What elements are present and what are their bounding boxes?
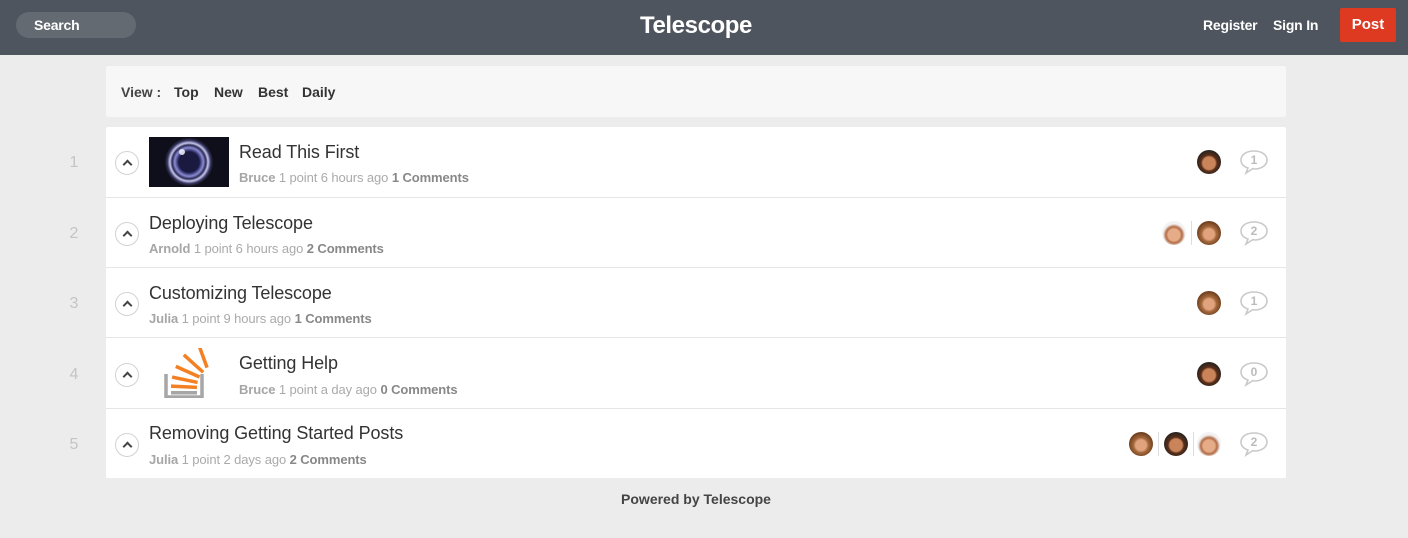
post-thumbnail[interactable] <box>149 348 229 398</box>
post-title[interactable]: Read This First <box>239 142 359 163</box>
post-button[interactable]: Post <box>1340 8 1396 42</box>
post-meta: Bruce 1 point a day ago 0 Comments <box>239 382 458 397</box>
upvote-button[interactable] <box>115 363 139 387</box>
post-comments-link[interactable]: 2 Comments <box>307 241 384 256</box>
post-points: 1 point <box>181 311 220 326</box>
avatar[interactable] <box>1197 150 1221 174</box>
post-author[interactable]: Julia <box>149 311 178 326</box>
avatar[interactable] <box>1197 362 1221 386</box>
avatar[interactable] <box>1197 432 1221 456</box>
post-comments-link[interactable]: 1 Comments <box>295 311 372 326</box>
top-nav-bar: Search Telescope Register Sign In Post <box>0 0 1408 55</box>
upvote-button[interactable] <box>115 151 139 175</box>
avatar[interactable] <box>1197 291 1221 315</box>
comment-bubble-icon[interactable]: 2 <box>1239 431 1269 457</box>
post-time: 6 hours ago <box>235 241 304 256</box>
post-title[interactable]: Getting Help <box>239 353 338 374</box>
post-author[interactable]: Julia <box>149 452 178 467</box>
view-filter-bar: View : Top New Best Daily <box>106 66 1286 117</box>
post-rank: 5 <box>69 436 79 453</box>
avatar-divider <box>1191 221 1192 245</box>
search-input[interactable]: Search <box>16 12 136 38</box>
post-time: a day ago <box>320 382 377 397</box>
comment-count: 0 <box>1250 365 1258 379</box>
comment-bubble-icon[interactable]: 0 <box>1239 361 1269 387</box>
post-row: 4 Getting Help Bruce 1 point a day ago 0… <box>70 337 1286 408</box>
post-points: 1 point <box>193 241 233 256</box>
post-list: 1 Read This First Bruce 1 point 6 hours … <box>70 127 1286 478</box>
avatar-divider <box>1158 432 1159 456</box>
comment-count: 1 <box>1250 294 1258 308</box>
post-author[interactable]: Bruce <box>239 382 275 397</box>
post-comments-link[interactable]: 1 Comments <box>392 170 469 185</box>
comment-count: 2 <box>1250 224 1258 238</box>
post-author[interactable]: Bruce <box>239 170 275 185</box>
post-author[interactable]: Arnold <box>149 241 190 256</box>
post-title[interactable]: Deploying Telescope <box>149 213 313 234</box>
comment-bubble-icon[interactable]: 2 <box>1239 220 1269 246</box>
upvote-button[interactable] <box>115 222 139 246</box>
post-rank: 2 <box>69 225 79 242</box>
post-thumbnail[interactable] <box>149 137 229 187</box>
sign-in-link[interactable]: Sign In <box>1273 17 1318 33</box>
view-option-daily[interactable]: Daily <box>302 84 335 100</box>
post-meta: Arnold 1 point 6 hours ago 2 Comments <box>149 241 384 256</box>
register-link[interactable]: Register <box>1203 17 1258 33</box>
post-title[interactable]: Customizing Telescope <box>149 283 332 304</box>
post-points: 1 point <box>278 170 318 185</box>
comment-count: 2 <box>1250 435 1258 449</box>
post-points: 1 point <box>278 382 318 397</box>
comment-bubble-icon[interactable]: 1 <box>1239 149 1269 175</box>
post-time: 2 days ago <box>223 452 287 467</box>
view-option-best[interactable]: Best <box>258 84 288 100</box>
post-comments-link[interactable]: 2 Comments <box>290 452 367 467</box>
avatar[interactable] <box>1197 221 1221 245</box>
post-points: 1 point <box>181 452 220 467</box>
post-comments-link[interactable]: 0 Comments <box>380 382 457 397</box>
app-logo-container: Telescope <box>0 12 1392 40</box>
comment-bubble-icon[interactable]: 1 <box>1239 290 1269 316</box>
post-title[interactable]: Removing Getting Started Posts <box>149 423 403 444</box>
avatar[interactable] <box>1162 221 1186 245</box>
post-row: 1 Read This First Bruce 1 point 6 hours … <box>70 127 1286 197</box>
lens-glint-icon <box>179 149 185 155</box>
camera-lens-icon <box>165 138 213 186</box>
post-rank: 3 <box>69 295 79 312</box>
avatar[interactable] <box>1129 432 1153 456</box>
view-option-top[interactable]: Top <box>174 84 199 100</box>
avatar-divider <box>1193 432 1194 456</box>
post-time: 9 hours ago <box>223 311 292 326</box>
post-row: 5 Removing Getting Started Posts Julia 1… <box>70 408 1286 478</box>
post-time: 6 hours ago <box>320 170 389 185</box>
footer-credit: Powered by Telescope <box>621 491 771 507</box>
post-rank: 4 <box>69 366 79 383</box>
avatar[interactable] <box>1164 432 1188 456</box>
stackoverflow-logo-icon <box>164 348 209 398</box>
view-option-new[interactable]: New <box>214 84 243 100</box>
upvote-button[interactable] <box>115 292 139 316</box>
post-row: 3 Customizing Telescope Julia 1 point 9 … <box>70 267 1286 337</box>
upvote-button[interactable] <box>115 433 139 457</box>
comment-count: 1 <box>1250 153 1258 167</box>
app-logo[interactable]: Telescope <box>640 12 752 39</box>
post-row: 2 Deploying Telescope Arnold 1 point 6 h… <box>70 197 1286 267</box>
post-meta: Julia 1 point 9 hours ago 1 Comments <box>149 311 372 326</box>
post-rank: 1 <box>69 154 79 171</box>
post-meta: Bruce 1 point 6 hours ago 1 Comments <box>239 170 469 185</box>
view-label: View : <box>121 84 162 100</box>
post-meta: Julia 1 point 2 days ago 2 Comments <box>149 452 367 467</box>
